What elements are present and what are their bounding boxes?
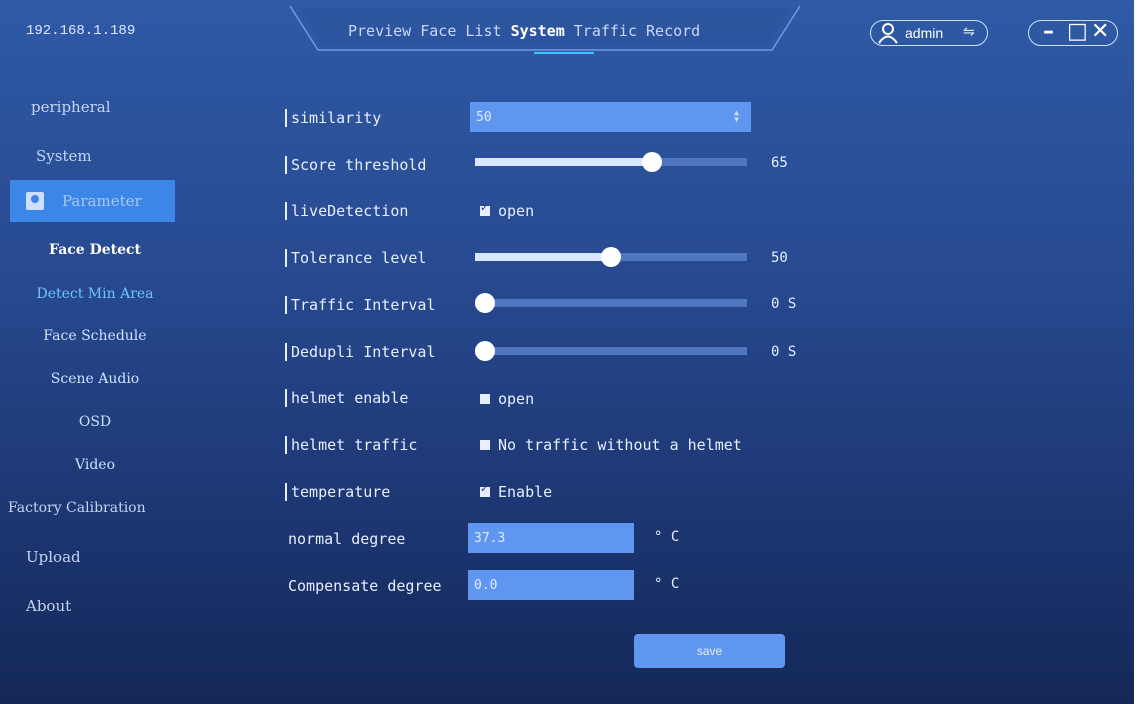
dedupli-interval-value: 0 S: [771, 344, 797, 360]
username: admin: [905, 25, 944, 41]
live-detection-checkbox[interactable]: open: [480, 201, 535, 220]
helmet-traffic-label: helmet traffic: [285, 436, 417, 454]
main-nav: Preview Face List System Traffic Record: [348, 22, 700, 54]
tab-preview[interactable]: Preview: [348, 22, 411, 40]
slider-knob[interactable]: [475, 293, 495, 313]
tab-face-list[interactable]: Face List: [420, 22, 501, 40]
tolerance-level-label: Tolerance level: [285, 249, 426, 267]
sidebar-item-about[interactable]: About: [26, 597, 71, 615]
sidebar-item-label: Parameter: [62, 192, 142, 210]
checkbox-label: Enable: [498, 483, 553, 501]
dedupli-interval-label: Dedupli Interval: [285, 343, 436, 361]
helmet-traffic-checkbox[interactable]: No traffic without a helmet: [480, 436, 742, 454]
user-menu[interactable]: admin ⇋: [870, 20, 988, 46]
window-controls: – □ ✕: [1028, 19, 1118, 46]
slider-knob[interactable]: [601, 247, 621, 267]
score-threshold-slider[interactable]: [475, 152, 747, 172]
sidebar-item-upload[interactable]: Upload: [26, 548, 81, 566]
sidebar-sub-video[interactable]: Video: [0, 457, 190, 473]
sidebar-sub-osd[interactable]: OSD: [0, 414, 190, 430]
close-icon[interactable]: ✕: [1091, 19, 1109, 44]
sidebar-sub-face-schedule[interactable]: Face Schedule: [0, 328, 190, 344]
score-threshold-value: 65: [771, 155, 788, 171]
checkbox-icon: [480, 201, 490, 216]
sidebar-sub-scene-audio[interactable]: Scene Audio: [0, 371, 190, 387]
live-detection-label: liveDetection: [285, 202, 408, 220]
spin-arrows-icon[interactable]: ▲ ▼: [734, 109, 739, 124]
helmet-enable-label: helmet enable: [285, 389, 408, 407]
window-edge: [1134, 0, 1138, 704]
compensate-degree-label: Compensate degree: [288, 577, 442, 595]
dedupli-interval-slider[interactable]: [475, 341, 747, 361]
traffic-interval-slider[interactable]: [475, 293, 747, 313]
user-icon: [878, 23, 898, 44]
save-button[interactable]: save: [634, 634, 785, 668]
maximize-icon[interactable]: □: [1067, 19, 1088, 44]
sidebar-item-parameter[interactable]: Parameter: [10, 180, 175, 222]
slider-fill: [475, 253, 611, 261]
helmet-enable-checkbox[interactable]: open: [480, 390, 534, 408]
minimize-icon[interactable]: –: [1043, 19, 1054, 44]
similarity-label: similarity: [285, 109, 381, 127]
temperature-label: temperature: [285, 483, 390, 501]
traffic-interval-value: 0 S: [771, 296, 797, 312]
checkbox-label: No traffic without a helmet: [498, 436, 742, 454]
normal-degree-input[interactable]: 37.3: [468, 523, 634, 553]
checkbox-icon: [480, 440, 490, 450]
sidebar-sub-detect-min-area[interactable]: Detect Min Area: [0, 286, 190, 302]
checkbox-label: open: [498, 202, 535, 220]
slider-knob[interactable]: [475, 341, 495, 361]
compensate-degree-input[interactable]: 0.0: [468, 570, 634, 600]
traffic-interval-label: Traffic Interval: [285, 296, 436, 314]
tolerance-level-slider[interactable]: [475, 247, 747, 267]
parameter-icon: [26, 192, 44, 210]
score-threshold-label: Score threshold: [285, 156, 426, 174]
compensate-degree-unit: ° C: [654, 576, 680, 592]
tab-system[interactable]: System: [511, 22, 565, 40]
similarity-value: 50: [476, 110, 492, 125]
sidebar-item-factory-calibration[interactable]: Factory Calibration: [8, 500, 146, 516]
normal-degree-label: normal degree: [288, 530, 406, 548]
sidebar-sub-face-detect[interactable]: Face Detect: [0, 242, 190, 258]
temperature-checkbox[interactable]: Enable: [480, 482, 553, 501]
normal-degree-unit: ° C: [654, 529, 680, 545]
sidebar-item-system[interactable]: System: [36, 147, 92, 165]
top-bar: 192.168.1.189 Preview Face List System T…: [0, 0, 1138, 62]
switch-user-icon[interactable]: ⇋: [963, 24, 975, 40]
slider-fill: [475, 158, 652, 166]
similarity-spinbox[interactable]: 50 ▲ ▼: [470, 102, 751, 132]
tolerance-level-value: 50: [771, 250, 788, 266]
checkbox-icon: [480, 482, 490, 497]
slider-knob[interactable]: [642, 152, 662, 172]
checkbox-label: open: [498, 390, 535, 408]
tab-traffic-record[interactable]: Traffic Record: [574, 22, 700, 40]
checkbox-icon: [480, 394, 490, 404]
active-tab-underline: [534, 52, 594, 54]
sidebar-item-peripheral[interactable]: peripheral: [31, 98, 111, 116]
